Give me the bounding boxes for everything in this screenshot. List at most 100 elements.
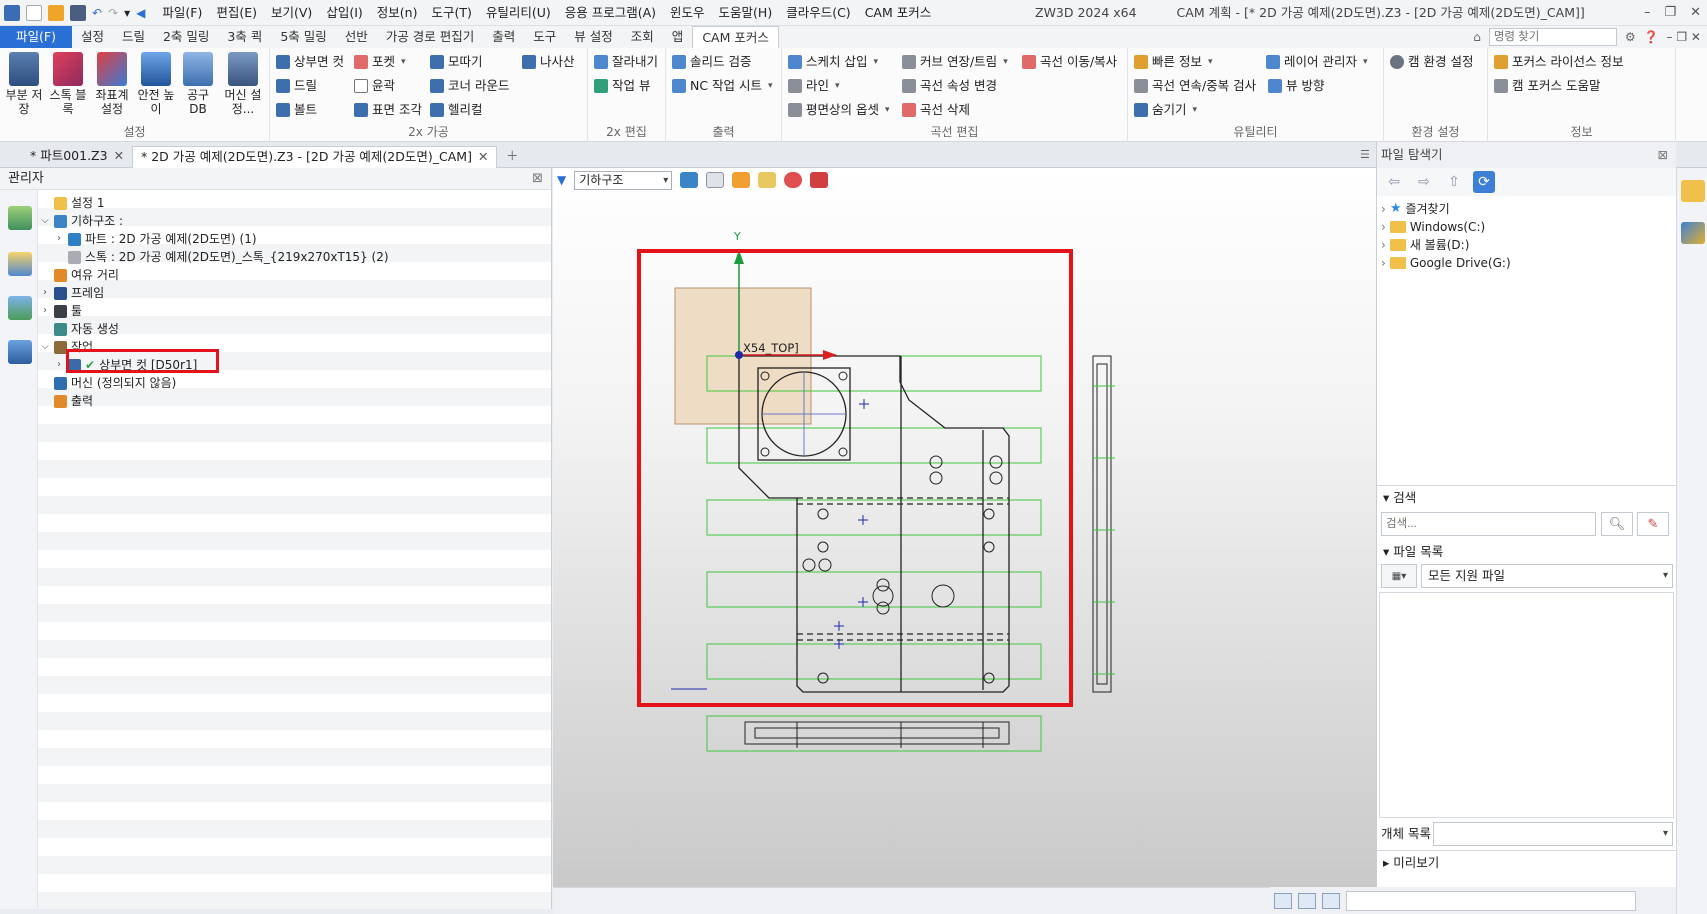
undo-icon[interactable]: ↶	[92, 6, 102, 20]
search-button[interactable]: 🔍︎	[1601, 512, 1633, 536]
panel-icon[interactable]	[1322, 892, 1340, 909]
layout-icon[interactable]	[1274, 892, 1292, 909]
curve-check-button[interactable]: 곡선 연속/중복 검사	[1134, 76, 1256, 96]
hide-dropdown-icon[interactable]: ▾	[1193, 100, 1198, 120]
collapse-ribbon-icon[interactable]: ⌂	[1473, 30, 1481, 44]
mini-window-controls[interactable]: – ❐ ✕	[1667, 30, 1701, 44]
view-direction-button[interactable]: 뷰 방향	[1268, 76, 1324, 96]
pocket-button[interactable]: 포켓 ▾	[354, 52, 406, 72]
expand-arrow-icon[interactable]: ›	[40, 302, 50, 320]
close-panel-icon[interactable]: ⊠	[532, 168, 543, 190]
view-box-icon[interactable]	[758, 172, 777, 188]
status-input[interactable]	[1346, 890, 1636, 911]
pocket-dropdown-icon[interactable]: ▾	[401, 52, 406, 72]
shaded-cube-icon[interactable]	[680, 172, 699, 188]
back-arrow-icon[interactable]: ◀	[136, 6, 145, 20]
tab-drill[interactable]: 드릴	[113, 26, 154, 48]
refresh-icon[interactable]: ⟳	[1473, 171, 1495, 193]
display-icon[interactable]	[1298, 892, 1316, 909]
menu-cloud[interactable]: 클라우드(C)	[779, 0, 857, 26]
close-tab-icon[interactable]: ✕	[478, 149, 488, 164]
folder-dock-icon[interactable]	[1681, 180, 1705, 202]
curve-delete-button[interactable]: 곡선 삭제	[902, 100, 970, 120]
tree-item-output[interactable]: 출력	[40, 392, 93, 410]
wireframe-cube-icon[interactable]	[706, 172, 725, 188]
filelist-section-header[interactable]: ▾ 파일 목록	[1377, 542, 1676, 562]
trim-dropdown-icon[interactable]: ▾	[1003, 52, 1008, 72]
tab-2x-milling[interactable]: 2축 밀링	[154, 26, 218, 48]
menu-cam-focus[interactable]: CAM 포커스	[858, 0, 939, 26]
minimize-button[interactable]: –	[1644, 0, 1651, 26]
doc-tab-part001[interactable]: * 파트001.Z3 ✕	[22, 146, 132, 168]
layer-manager-button[interactable]: 레이어 관리자 ▾	[1266, 52, 1368, 72]
image-library-icon[interactable]	[8, 296, 32, 320]
nc-sheet-button[interactable]: NC 작업 시트 ▾	[672, 76, 773, 96]
work-view-button[interactable]: 작업 뷰	[594, 76, 650, 96]
browser-item-c-drive[interactable]: › Windows(C:)	[1381, 218, 1485, 236]
close-tab-icon[interactable]: ✕	[114, 148, 124, 163]
section-view-icon[interactable]	[810, 172, 829, 188]
menu-help[interactable]: 도움말(H)	[712, 0, 780, 26]
back-icon[interactable]: ⇦	[1383, 171, 1405, 193]
tab-setup[interactable]: 설정	[72, 26, 113, 48]
menu-edit[interactable]: 편집(E)	[209, 0, 264, 26]
expand-arrow-icon[interactable]: ›	[1381, 254, 1386, 272]
snap-target-icon[interactable]	[784, 172, 803, 188]
view-mode-button[interactable]: ▦▾	[1381, 564, 1417, 588]
up-icon[interactable]: ⇧	[1443, 171, 1465, 193]
license-info-button[interactable]: 포커스 라이선스 정보	[1494, 52, 1623, 72]
object-list-select[interactable]	[1433, 822, 1673, 846]
panel-menu-icon[interactable]: ☰	[1360, 148, 1370, 161]
machine-setup-button[interactable]: 머신 설정...	[220, 52, 266, 116]
engrave-button[interactable]: 표면 조각	[354, 100, 422, 120]
command-search-input[interactable]	[1488, 28, 1617, 46]
tree-item-geometry[interactable]: ⌵ 기하구조 :	[40, 212, 123, 230]
tree-item-autogen[interactable]: 자동 생성	[40, 320, 119, 338]
line-button[interactable]: 라인 ▾	[788, 76, 840, 96]
menu-view[interactable]: 보기(V)	[264, 0, 319, 26]
line-dropdown-icon[interactable]: ▾	[835, 76, 840, 96]
tab-output[interactable]: 출력	[483, 26, 524, 48]
quick-info-dropdown-icon[interactable]: ▾	[1208, 52, 1213, 72]
face-cut-button[interactable]: 상부면 컷	[276, 52, 344, 72]
tab-3x-quick[interactable]: 3축 쾩	[218, 26, 271, 48]
menu-info[interactable]: 정보(n)	[370, 0, 425, 26]
tab-apps[interactable]: 앱	[663, 26, 693, 48]
tab-inquiry[interactable]: 조회	[622, 26, 663, 48]
partial-save-button[interactable]: 부분 저장	[4, 52, 44, 116]
tree-item-setup[interactable]: 설정 1	[40, 194, 105, 212]
close-panel-icon[interactable]: ⊠	[1658, 142, 1668, 168]
menu-tools[interactable]: 도구(T)	[424, 0, 478, 26]
hide-button[interactable]: 숨기기 ▾	[1134, 100, 1197, 120]
library-dock-icon[interactable]	[1681, 222, 1705, 244]
search-section-header[interactable]: ▾ 검색	[1377, 488, 1676, 508]
menu-insert[interactable]: 삽입(I)	[319, 0, 369, 26]
preview-section-header[interactable]: ▸ 미리보기	[1377, 850, 1676, 874]
expand-arrow-icon[interactable]: ›	[1381, 236, 1386, 254]
expand-arrow-icon[interactable]: ›	[54, 356, 64, 374]
csys-setup-button[interactable]: 좌표계 설정	[92, 52, 132, 116]
help-icon[interactable]: ❓	[1644, 30, 1659, 44]
profile-button[interactable]: 윤곽	[354, 76, 395, 96]
close-window-button[interactable]: ✕	[1690, 0, 1701, 26]
curve-attr-button[interactable]: 곡선 속성 변경	[902, 76, 997, 96]
browser-item-g-drive[interactable]: › Google Drive(G:)	[1381, 254, 1511, 272]
drill-button[interactable]: 드릴	[276, 76, 317, 96]
helical-button[interactable]: 헬리컬	[430, 100, 483, 120]
nc-sheet-dropdown-icon[interactable]: ▾	[768, 76, 773, 96]
settings-gear-icon[interactable]: ⚙	[1625, 30, 1636, 44]
menu-applications[interactable]: 응용 프로그램(A)	[558, 0, 663, 26]
browser-search-input[interactable]	[1381, 512, 1596, 536]
browser-item-d-drive[interactable]: › 새 볼륨(D:)	[1381, 236, 1469, 254]
insert-sketch-dropdown-icon[interactable]: ▾	[873, 52, 878, 72]
planar-offset-button[interactable]: 평면상의 옵셋 ▾	[788, 100, 890, 120]
browser-item-favorites[interactable]: › ★ 즐겨찾기	[1381, 200, 1450, 218]
layer-dropdown-icon[interactable]: ▾	[1363, 52, 1368, 72]
corner-round-button[interactable]: 코너 라운드	[430, 76, 509, 96]
tree-item-clearance[interactable]: 여유 거리	[40, 266, 119, 284]
quick-info-button[interactable]: 빠른 정보 ▾	[1134, 52, 1213, 72]
curve-move-copy-button[interactable]: 곡선 이동/복사	[1022, 52, 1117, 72]
cam-help-button[interactable]: 캠 포커스 도움말	[1494, 76, 1600, 96]
cut-button[interactable]: 잘라내기	[594, 52, 658, 72]
open-folder-icon[interactable]	[48, 4, 64, 21]
